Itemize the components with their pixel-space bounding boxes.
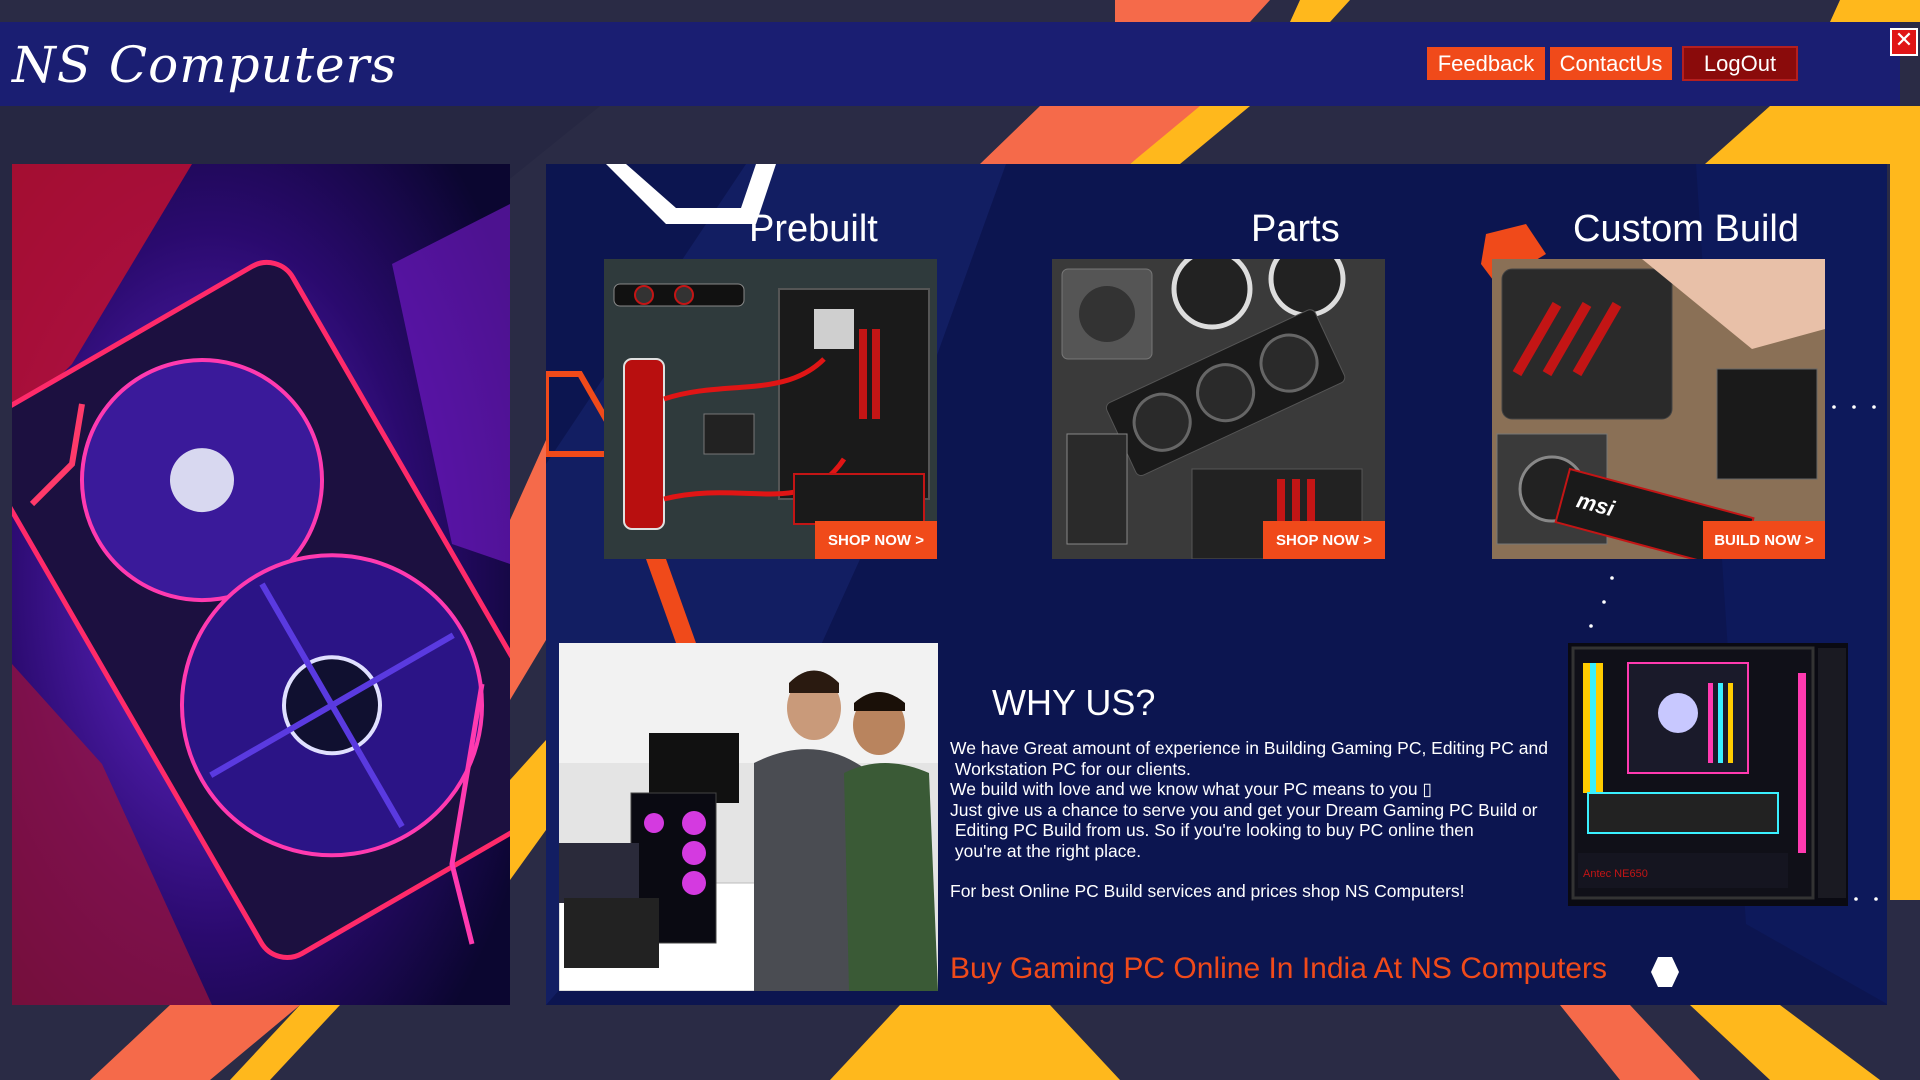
why-us-description: We have Great amount of experience in Bu… <box>950 738 1558 902</box>
main-content-panel: Prebuilt Parts Custom Build SHOP NOW > S… <box>546 164 1887 1005</box>
gaming-pc-image: Antec NE650 <box>1568 643 1848 906</box>
team-photo <box>559 643 938 991</box>
contact-us-button[interactable]: ContactUs <box>1549 46 1673 81</box>
category-title-prebuilt: Prebuilt <box>749 208 878 250</box>
close-icon[interactable]: ✕ <box>1890 28 1918 56</box>
hexagon-icon <box>1651 957 1679 987</box>
why-us-title: WHY US? <box>992 682 1156 723</box>
tagline: Buy Gaming PC Online In India At NS Comp… <box>950 952 1607 985</box>
custom-build-build-now-button[interactable]: BUILD NOW > <box>1703 521 1825 559</box>
why-us-paragraph: Just give us a chance to serve you and g… <box>950 799 1538 861</box>
parts-image[interactable]: SHOP NOW > <box>1052 259 1385 559</box>
prebuilt-image[interactable]: SHOP NOW > <box>604 259 937 559</box>
gpu-hero-image <box>12 164 510 1005</box>
category-title-custom-build: Custom Build <box>1573 208 1799 250</box>
svg-text:Antec NE650: Antec NE650 <box>1583 868 1648 880</box>
category-title-parts: Parts <box>1251 208 1340 250</box>
custom-build-image[interactable]: msi BUILD NOW > <box>1492 259 1825 559</box>
feedback-button[interactable]: Feedback <box>1426 46 1546 81</box>
app-title: NS Computers <box>12 36 398 94</box>
parts-shop-now-button[interactable]: SHOP NOW > <box>1263 521 1385 559</box>
why-us-paragraph: We have Great amount of experience in Bu… <box>950 738 1548 779</box>
why-us-paragraph: We build with love and we know what your… <box>950 779 1433 799</box>
logout-button[interactable]: LogOut <box>1682 46 1798 81</box>
why-us-paragraph: For best Online PC Build services and pr… <box>950 881 1465 901</box>
prebuilt-shop-now-button[interactable]: SHOP NOW > <box>815 521 937 559</box>
